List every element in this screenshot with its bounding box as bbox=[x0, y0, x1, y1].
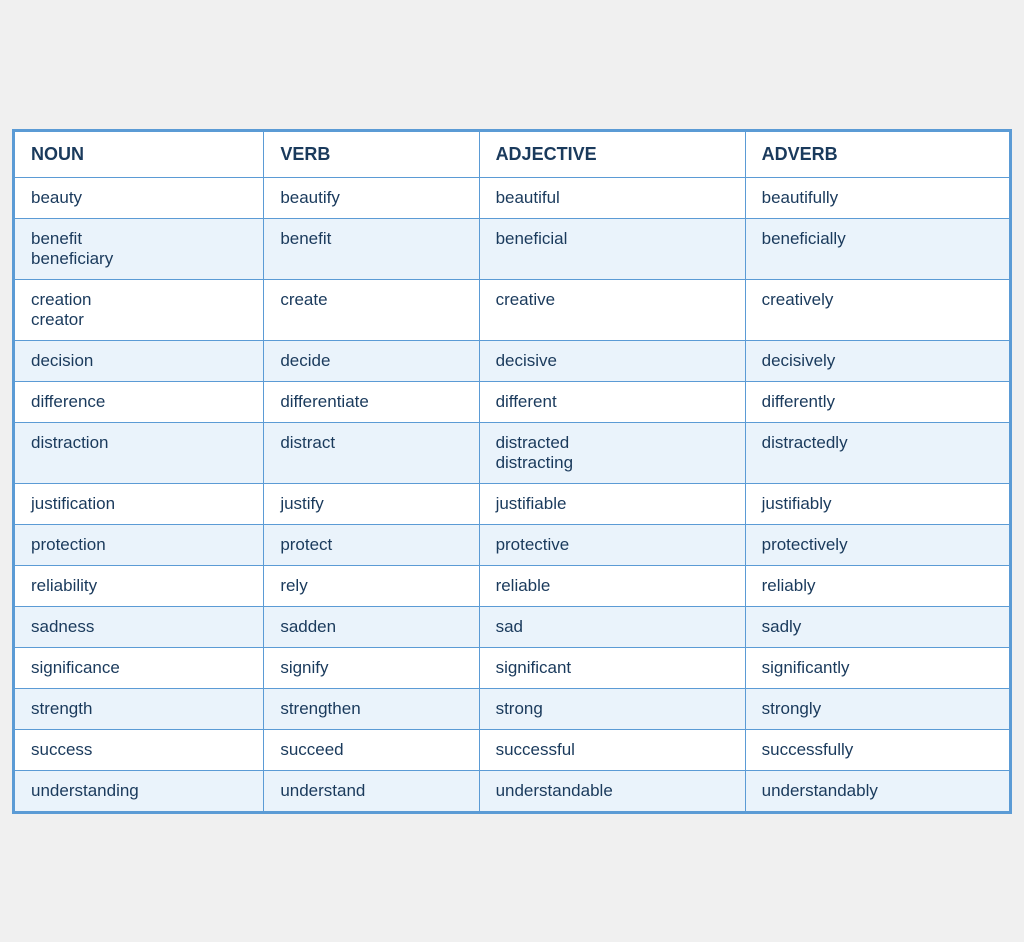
table-row: differencedifferentiatedifferentdifferen… bbox=[15, 381, 1010, 422]
table-row: strengthstrengthenstrongstrongly bbox=[15, 688, 1010, 729]
table-row: protectionprotectprotectiveprotectively bbox=[15, 524, 1010, 565]
cell-adjective: understandable bbox=[479, 770, 745, 811]
table-row: decisiondecidedecisivedecisively bbox=[15, 340, 1010, 381]
cell-adjective: strong bbox=[479, 688, 745, 729]
cell-noun: protection bbox=[15, 524, 264, 565]
table-row: benefitbeneficiarybenefitbeneficialbenef… bbox=[15, 218, 1010, 279]
cell-verb: differentiate bbox=[264, 381, 479, 422]
table-row: successsucceedsuccessfulsuccessfully bbox=[15, 729, 1010, 770]
cell-noun: creationcreator bbox=[15, 279, 264, 340]
cell-verb: protect bbox=[264, 524, 479, 565]
cell-adjective: protective bbox=[479, 524, 745, 565]
cell-adverb: beneficially bbox=[745, 218, 1009, 279]
table-row: reliabilityrelyreliablereliably bbox=[15, 565, 1010, 606]
cell-noun: decision bbox=[15, 340, 264, 381]
header-adjective: ADJECTIVE bbox=[479, 131, 745, 177]
cell-adjective: beneficial bbox=[479, 218, 745, 279]
table-row: justificationjustifyjustifiablejustifiab… bbox=[15, 483, 1010, 524]
table-row: creationcreatorcreatecreativecreatively bbox=[15, 279, 1010, 340]
cell-adverb: creatively bbox=[745, 279, 1009, 340]
cell-noun: distraction bbox=[15, 422, 264, 483]
cell-adjective: different bbox=[479, 381, 745, 422]
cell-verb: strengthen bbox=[264, 688, 479, 729]
header-verb: VERB bbox=[264, 131, 479, 177]
cell-noun: sadness bbox=[15, 606, 264, 647]
cell-verb: justify bbox=[264, 483, 479, 524]
cell-adverb: distractedly bbox=[745, 422, 1009, 483]
cell-adverb: differently bbox=[745, 381, 1009, 422]
cell-noun: beauty bbox=[15, 177, 264, 218]
cell-adverb: understandably bbox=[745, 770, 1009, 811]
cell-adjective: successful bbox=[479, 729, 745, 770]
header-adverb: ADVERB bbox=[745, 131, 1009, 177]
cell-verb: signify bbox=[264, 647, 479, 688]
cell-adverb: beautifully bbox=[745, 177, 1009, 218]
cell-noun: reliability bbox=[15, 565, 264, 606]
cell-adjective: beautiful bbox=[479, 177, 745, 218]
table-header-row: NOUN VERB ADJECTIVE ADVERB bbox=[15, 131, 1010, 177]
cell-adjective: significant bbox=[479, 647, 745, 688]
table-row: sadnesssaddensadsadly bbox=[15, 606, 1010, 647]
cell-verb: benefit bbox=[264, 218, 479, 279]
cell-verb: sadden bbox=[264, 606, 479, 647]
table-row: understandingunderstandunderstandableund… bbox=[15, 770, 1010, 811]
cell-noun: justification bbox=[15, 483, 264, 524]
cell-noun: strength bbox=[15, 688, 264, 729]
cell-noun: difference bbox=[15, 381, 264, 422]
cell-verb: understand bbox=[264, 770, 479, 811]
cell-verb: create bbox=[264, 279, 479, 340]
word-forms-table: NOUN VERB ADJECTIVE ADVERB beautybeautif… bbox=[14, 131, 1010, 812]
cell-noun: benefitbeneficiary bbox=[15, 218, 264, 279]
cell-verb: distract bbox=[264, 422, 479, 483]
cell-verb: beautify bbox=[264, 177, 479, 218]
cell-adjective: reliable bbox=[479, 565, 745, 606]
header-noun: NOUN bbox=[15, 131, 264, 177]
table-row: beautybeautifybeautifulbeautifully bbox=[15, 177, 1010, 218]
cell-adverb: significantly bbox=[745, 647, 1009, 688]
cell-verb: rely bbox=[264, 565, 479, 606]
cell-noun: understanding bbox=[15, 770, 264, 811]
cell-adverb: strongly bbox=[745, 688, 1009, 729]
word-forms-table-container: NOUN VERB ADJECTIVE ADVERB beautybeautif… bbox=[12, 129, 1012, 814]
cell-adverb: justifiably bbox=[745, 483, 1009, 524]
cell-adverb: reliably bbox=[745, 565, 1009, 606]
cell-adverb: sadly bbox=[745, 606, 1009, 647]
cell-verb: decide bbox=[264, 340, 479, 381]
cell-adjective: sad bbox=[479, 606, 745, 647]
cell-verb: succeed bbox=[264, 729, 479, 770]
cell-adjective: creative bbox=[479, 279, 745, 340]
table-row: distractiondistractdistracteddistracting… bbox=[15, 422, 1010, 483]
cell-adverb: protectively bbox=[745, 524, 1009, 565]
cell-adverb: decisively bbox=[745, 340, 1009, 381]
cell-adverb: successfully bbox=[745, 729, 1009, 770]
cell-noun: significance bbox=[15, 647, 264, 688]
cell-adjective: decisive bbox=[479, 340, 745, 381]
table-row: significancesignifysignificantsignifican… bbox=[15, 647, 1010, 688]
cell-noun: success bbox=[15, 729, 264, 770]
cell-adjective: distracteddistracting bbox=[479, 422, 745, 483]
cell-adjective: justifiable bbox=[479, 483, 745, 524]
